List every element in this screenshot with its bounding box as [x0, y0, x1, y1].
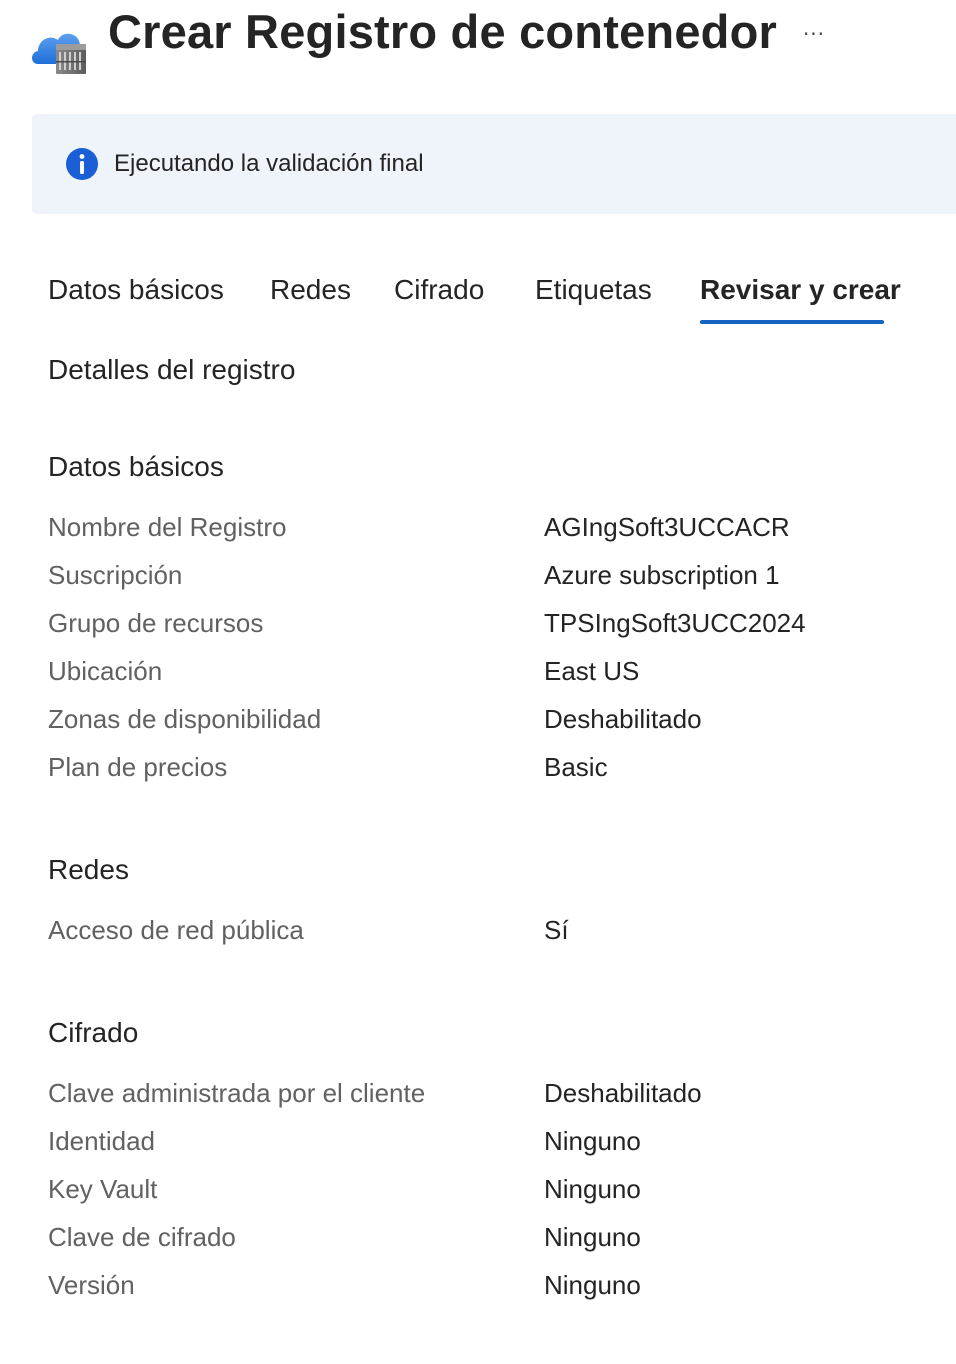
section-title-encryption: Cifrado: [48, 1017, 139, 1048]
more-options-button[interactable]: ···: [796, 16, 832, 52]
page-title: Crear Registro de contenedor: [108, 5, 777, 58]
row-value: Deshabilitado: [544, 1078, 702, 1108]
row-label: Zonas de disponibilidad: [48, 704, 322, 734]
banner-message: Ejecutando la validación final: [114, 150, 424, 177]
row-value: Azure subscription 1: [544, 560, 780, 590]
row-value: Ninguno: [544, 1174, 641, 1204]
active-tab-indicator: [700, 320, 884, 324]
row-value: Sí: [544, 915, 569, 945]
row-value: AGIngSoft3UCCACR: [544, 512, 790, 542]
section-title-basics: Datos básicos: [48, 451, 224, 482]
tab-etiquetas[interactable]: Etiquetas: [535, 274, 652, 306]
container-registry-icon: [28, 22, 92, 78]
row-label: Clave administrada por el cliente: [48, 1078, 426, 1108]
section-title-networking: Redes: [48, 854, 129, 885]
row-label: Clave de cifrado: [48, 1222, 236, 1252]
wizard-tabs: Datos básicos Redes Cifrado Etiquetas Re…: [0, 262, 956, 328]
info-icon: [65, 147, 99, 181]
page-header: Crear Registro de contenedor ···: [0, 0, 956, 90]
row-value: Ninguno: [544, 1270, 641, 1300]
tab-datos-basicos[interactable]: Datos básicos: [48, 274, 224, 306]
tab-revisar-y-crear[interactable]: Revisar y crear: [700, 274, 901, 306]
row-label: Plan de precios: [48, 752, 228, 782]
details-heading: Detalles del registro: [48, 354, 296, 385]
row-label: Key Vault: [48, 1174, 158, 1204]
row-label: Nombre del Registro: [48, 512, 287, 542]
row-value: Ninguno: [544, 1126, 641, 1156]
row-label: Grupo de recursos: [48, 608, 264, 638]
row-label: Suscripción: [48, 560, 183, 590]
row-value: Ninguno: [544, 1222, 641, 1252]
row-label: Acceso de red pública: [48, 915, 304, 945]
row-value: TPSIngSoft3UCC2024: [544, 608, 806, 638]
row-value: Basic: [544, 752, 608, 782]
row-value: East US: [544, 656, 640, 686]
validation-banner: Ejecutando la validación final: [32, 114, 956, 214]
row-value: Deshabilitado: [544, 704, 702, 734]
row-label: Versión: [48, 1270, 135, 1300]
row-label: Identidad: [48, 1126, 155, 1156]
tab-redes[interactable]: Redes: [270, 274, 351, 306]
row-label: Ubicación: [48, 656, 163, 686]
tab-cifrado[interactable]: Cifrado: [394, 274, 484, 306]
